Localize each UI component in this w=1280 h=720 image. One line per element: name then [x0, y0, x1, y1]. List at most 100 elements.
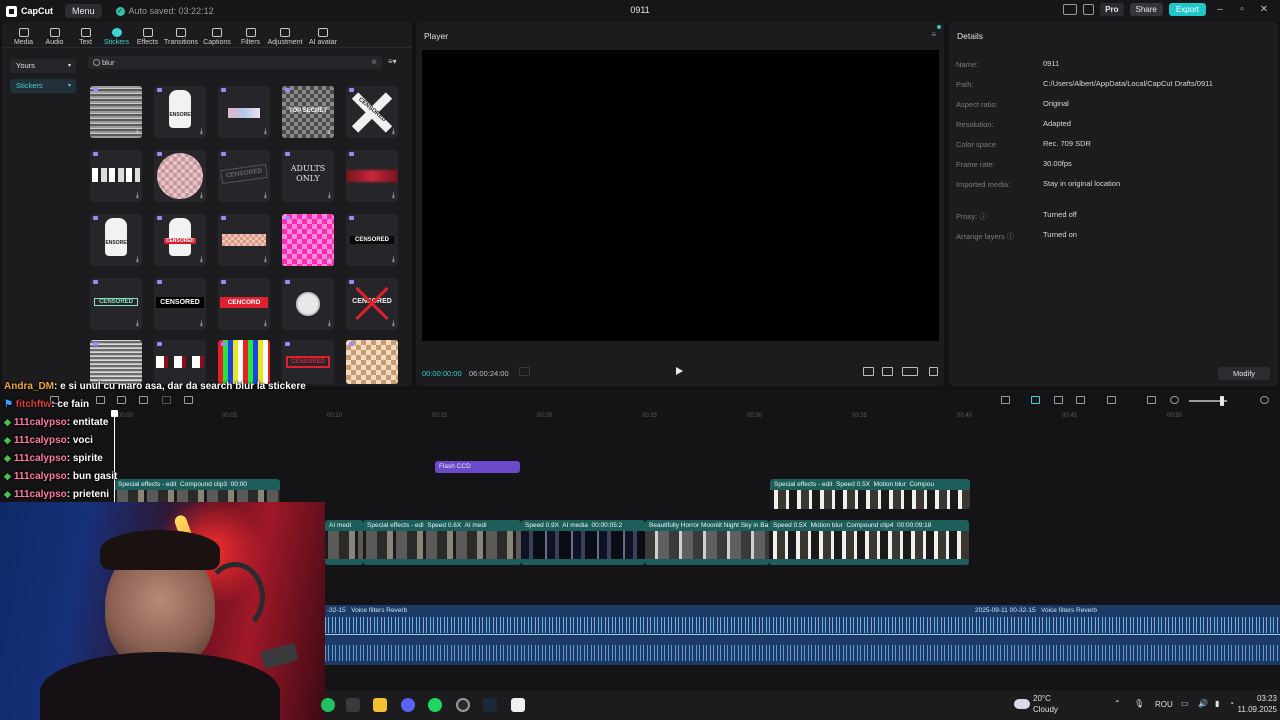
fullscreen-icon[interactable] — [929, 367, 938, 376]
sidebar-item-stickers[interactable]: Stickers ▾ — [10, 79, 76, 93]
file-explorer-icon[interactable] — [373, 698, 387, 712]
play-icon[interactable] — [676, 367, 683, 375]
download-icon[interactable]: ⤓ — [200, 256, 203, 264]
search-input[interactable]: blur ⊗ — [88, 56, 382, 69]
timeline-grid-icon[interactable] — [519, 367, 530, 376]
sticker-block-bars[interactable]: ⤓ — [90, 150, 142, 202]
fit-timeline-icon[interactable] — [1147, 396, 1156, 404]
microphone-tray-icon[interactable]: 🎙 — [1134, 699, 1144, 708]
filter-sort-icon[interactable]: ≡▾ — [388, 57, 397, 66]
info-icon[interactable]: ⓘ — [979, 212, 987, 221]
sticker-censored-stamp[interactable]: CENSORED ⤓ — [218, 150, 270, 202]
zoom-slider-handle[interactable] — [1220, 396, 1224, 406]
sticker-cencored-red[interactable]: CENCORD ⤓ — [218, 278, 270, 330]
sticker-pixel-skin[interactable]: ⤓ — [218, 214, 270, 266]
steam-icon[interactable] — [483, 698, 497, 712]
tab-filters[interactable]: Filters — [235, 22, 266, 48]
tab-adjustment[interactable]: Adjustment — [266, 22, 304, 48]
sticker-static-noise[interactable]: ⤓ — [90, 86, 142, 138]
download-icon[interactable]: ⤓ — [264, 128, 267, 136]
tab-media[interactable]: Media — [8, 22, 39, 48]
tab-audio[interactable]: Audio — [39, 22, 70, 48]
quality-icon[interactable] — [863, 367, 874, 376]
info-icon[interactable]: ⓘ — [1007, 232, 1015, 241]
split-screen-icon[interactable] — [1107, 396, 1116, 404]
export-button[interactable]: Export — [1168, 3, 1206, 16]
tab-stickers[interactable]: Stickers — [101, 22, 132, 48]
zoom-in-icon[interactable] — [1260, 396, 1269, 404]
download-icon[interactable]: ⤓ — [264, 192, 267, 200]
network-icon[interactable]: ▭ — [1181, 699, 1189, 708]
clock-date[interactable]: 11.09.2025 — [1218, 705, 1277, 714]
download-icon[interactable]: ⤓ — [328, 128, 331, 136]
tab-captions[interactable]: Captions — [199, 22, 235, 48]
fit-screen-icon[interactable] — [882, 367, 893, 376]
download-icon[interactable]: ⤓ — [328, 256, 331, 264]
clock-time[interactable]: 03:23 — [1237, 694, 1277, 703]
tab-transitions[interactable]: Transitions — [163, 22, 199, 48]
app-icon[interactable] — [321, 698, 335, 712]
sticker-censored-black[interactable]: CENSORED ⤓ — [346, 214, 398, 266]
video-clip-speed[interactable]: Speed 0.9X AI media 00:00:05:2 — [521, 520, 645, 565]
sticker-glitch-bars[interactable] — [154, 340, 206, 384]
download-icon[interactable]: ⤓ — [136, 128, 139, 136]
sticker-pink-blur[interactable]: ⤓ — [154, 150, 206, 202]
volume-icon[interactable]: 🔊 — [1198, 699, 1208, 708]
sticker-pink-pixels[interactable]: ⤓ — [282, 214, 334, 266]
split-icon[interactable] — [96, 396, 105, 404]
video-clip-compound[interactable]: Special effects - edit Speed 0.5X Motion… — [770, 479, 970, 509]
pro-button[interactable]: Pro — [1100, 3, 1124, 16]
spotify-icon[interactable] — [428, 698, 442, 712]
maximize-icon[interactable]: ▫ — [1234, 4, 1250, 15]
sticker-adults-only[interactable]: ADULTS ONLY ⤓ — [282, 150, 334, 202]
magnet-icon[interactable] — [1031, 396, 1040, 404]
sticker-hand-censored[interactable]: CENSORED ⤓ — [154, 86, 206, 138]
link-icon[interactable] — [1054, 396, 1063, 404]
share-button[interactable]: Share — [1129, 3, 1163, 16]
download-icon[interactable]: ⤓ — [392, 192, 395, 200]
split-right-icon[interactable] — [139, 396, 148, 404]
video-clip-special-effects[interactable]: Special effects - edi Speed 0.6X AI medi — [363, 520, 521, 565]
obs-icon[interactable] — [456, 698, 470, 712]
playhead-handle[interactable] — [111, 410, 118, 417]
sidebar-item-yours[interactable]: Yours ▾ — [10, 59, 76, 73]
zoom-out-icon[interactable] — [1170, 396, 1179, 404]
sticker-red-blur-bar[interactable]: ⤓ — [346, 150, 398, 202]
download-icon[interactable]: ⤓ — [328, 320, 331, 328]
download-icon[interactable]: ⤓ — [264, 256, 267, 264]
sticker-censored-x-red[interactable]: CENSORED ⤓ — [346, 278, 398, 330]
sticker-color-bars[interactable] — [218, 340, 270, 384]
download-icon[interactable]: ⤓ — [200, 192, 203, 200]
download-icon[interactable]: ⤓ — [136, 192, 139, 200]
preview-axis-icon[interactable] — [1076, 396, 1085, 404]
clear-icon[interactable]: ⊗ — [371, 56, 377, 69]
download-icon[interactable]: ⤓ — [136, 256, 139, 264]
sticker-hand-red[interactable]: CENSORED ⤓ — [154, 214, 206, 266]
download-icon[interactable]: ⤓ — [392, 128, 395, 136]
microphone-icon[interactable] — [1001, 396, 1010, 404]
sticker-hand-censored-2[interactable]: CENSORED ⤓ — [90, 214, 142, 266]
sticker-censored-round[interactable]: ⤓ — [282, 278, 334, 330]
audio-clip[interactable]: -32-15 Voice filters Reverb 2025-09-11 0… — [325, 605, 1280, 665]
chevron-up-icon[interactable]: ⌃ — [1114, 699, 1121, 708]
sticker-censored-outline-red[interactable]: CENSORED — [282, 340, 334, 384]
download-icon[interactable]: ⤓ — [200, 320, 203, 328]
menu-icon[interactable]: ≡ — [931, 30, 936, 39]
keyboard-icon[interactable] — [1083, 4, 1095, 15]
minimize-icon[interactable]: – — [1212, 4, 1228, 15]
download-icon[interactable]: ⤓ — [264, 320, 267, 328]
app-icon[interactable] — [346, 698, 360, 712]
menu-button[interactable]: Menu — [65, 4, 102, 18]
discord-icon[interactable] — [401, 698, 415, 712]
split-left-icon[interactable] — [117, 396, 126, 404]
close-icon[interactable]: ✕ — [1256, 4, 1272, 15]
sticker-censored-glitch[interactable]: CENSORED ⤓ — [90, 278, 142, 330]
effect-clip-flash[interactable]: Flash CCD — [435, 461, 520, 473]
download-icon[interactable]: ⤓ — [328, 192, 331, 200]
tab-effects[interactable]: Effects — [132, 22, 163, 48]
ratio-icon[interactable] — [902, 367, 918, 376]
language-indicator[interactable]: ROU — [1155, 700, 1173, 709]
download-icon[interactable]: ⤓ — [392, 320, 395, 328]
download-icon[interactable]: ⤓ — [392, 256, 395, 264]
video-clip-ai-media-1[interactable]: AI medi — [325, 520, 363, 565]
